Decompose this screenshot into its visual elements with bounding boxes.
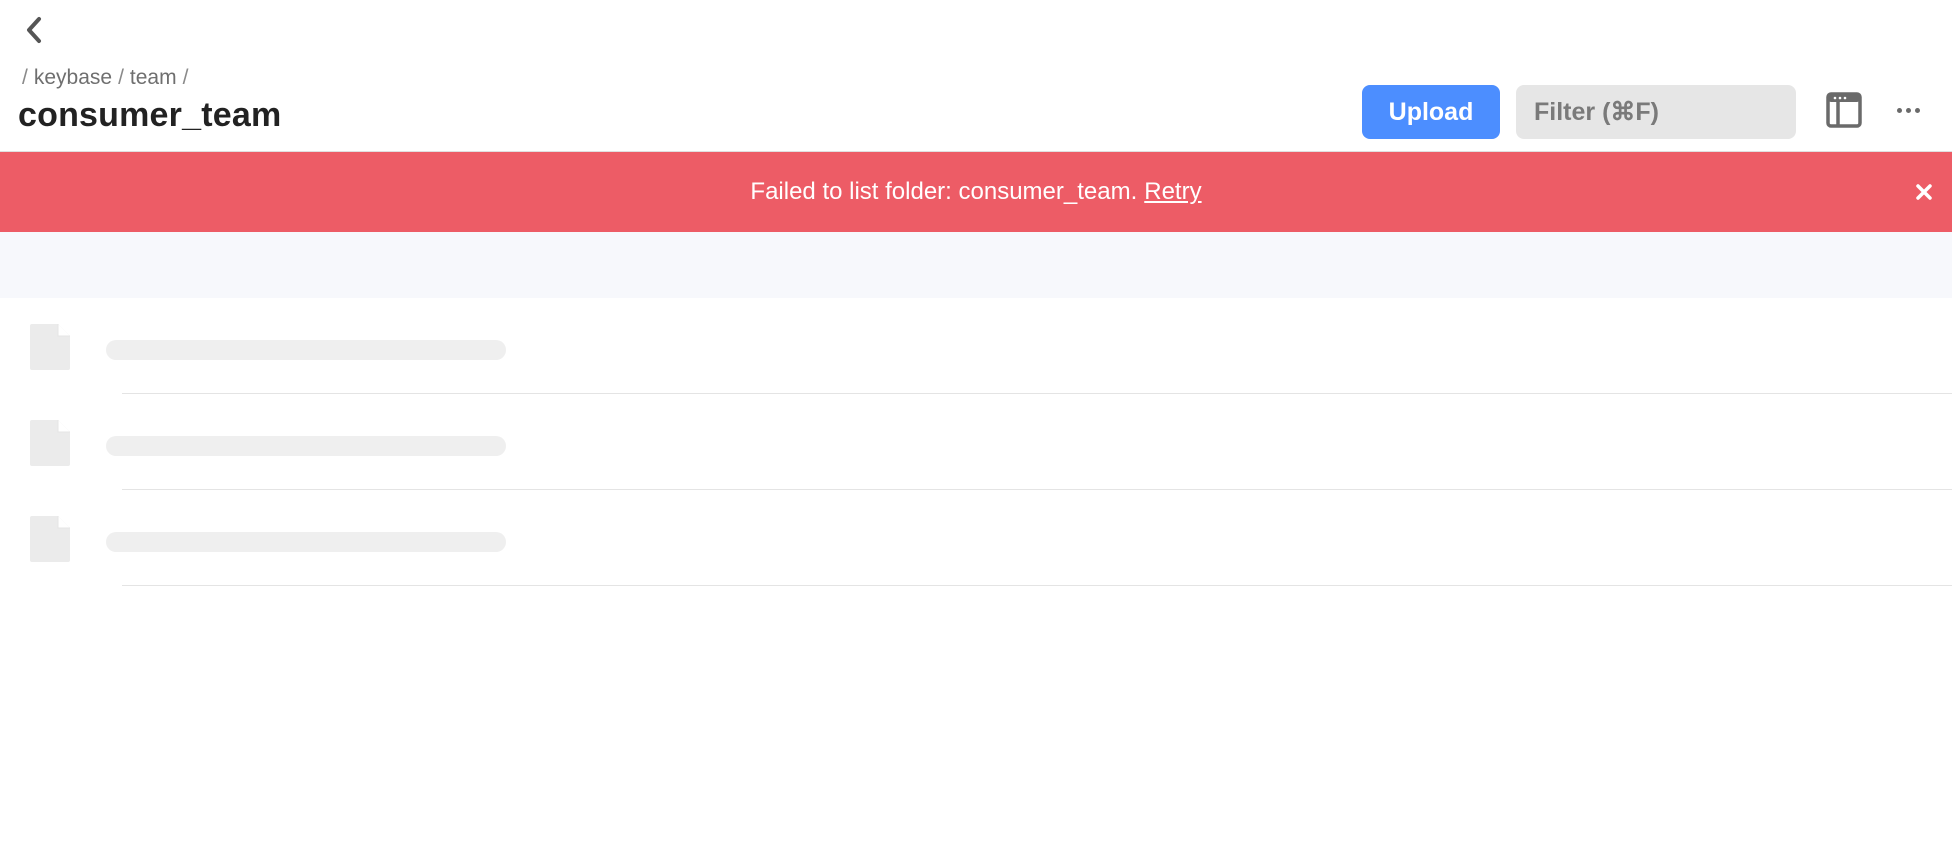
folder-header: / keybase / team / consumer_team Upload bbox=[0, 0, 1952, 152]
filter-input[interactable] bbox=[1516, 85, 1796, 139]
breadcrumb-separator: / bbox=[118, 66, 124, 89]
filename-placeholder bbox=[106, 436, 506, 456]
file-icon bbox=[30, 324, 70, 370]
file-row-placeholder bbox=[0, 394, 1952, 490]
breadcrumb-separator: / bbox=[182, 66, 189, 89]
close-banner-button[interactable] bbox=[1910, 178, 1938, 206]
chevron-left-icon bbox=[27, 17, 41, 43]
error-message: Failed to list folder: consumer_team. bbox=[750, 178, 1138, 205]
page-title: consumer_team bbox=[18, 96, 282, 134]
retry-link[interactable]: Retry bbox=[1144, 178, 1201, 206]
file-row-placeholder bbox=[0, 490, 1952, 586]
error-banner: Failed to list folder: consumer_team. Re… bbox=[0, 152, 1952, 232]
back-button[interactable] bbox=[20, 14, 48, 46]
breadcrumb-separator: / bbox=[22, 66, 28, 89]
upload-button[interactable]: Upload bbox=[1362, 85, 1500, 139]
list-header-band bbox=[0, 232, 1952, 298]
layout-toggle-button[interactable] bbox=[1826, 92, 1862, 128]
file-icon bbox=[30, 420, 70, 466]
more-horizontal-icon bbox=[1896, 107, 1902, 113]
close-icon bbox=[1916, 184, 1932, 200]
more-options-button[interactable] bbox=[1892, 96, 1924, 124]
file-row-placeholder bbox=[0, 298, 1952, 394]
row-divider bbox=[122, 585, 1952, 586]
browser-window-icon bbox=[1826, 92, 1862, 128]
breadcrumb-item-team[interactable]: team bbox=[130, 66, 177, 90]
file-list bbox=[0, 298, 1952, 586]
more-horizontal-icon-dot bbox=[1914, 107, 1920, 113]
file-icon bbox=[30, 516, 70, 562]
more-horizontal-icon-dot bbox=[1905, 107, 1911, 113]
filename-placeholder bbox=[106, 532, 506, 552]
breadcrumb: / keybase / team / bbox=[22, 66, 188, 90]
breadcrumb-item-keybase[interactable]: keybase bbox=[34, 66, 112, 90]
filename-placeholder bbox=[106, 340, 506, 360]
